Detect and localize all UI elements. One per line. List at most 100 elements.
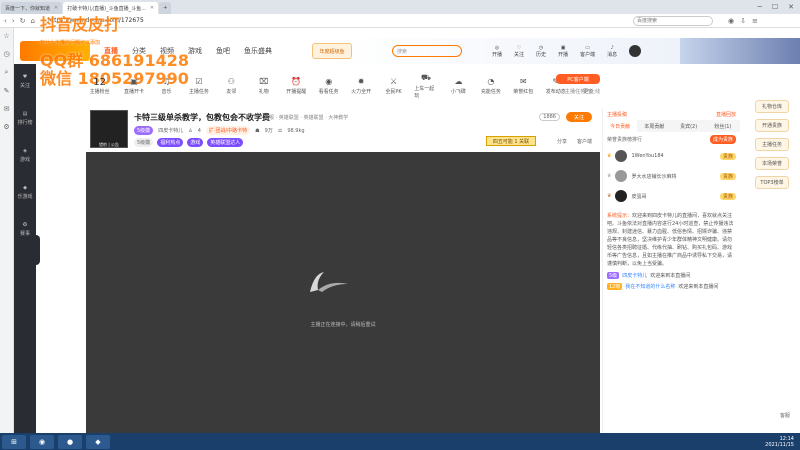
rank-row[interactable]: ♛ 罗大水店铺长沙麻将 贵族 — [603, 166, 740, 186]
chat-top-left[interactable]: 主播投稿 — [607, 111, 627, 118]
forward-icon[interactable]: › — [12, 17, 15, 25]
nav-festival[interactable]: 鱼乐盛典 — [244, 46, 272, 56]
share-button[interactable]: 分享 — [557, 138, 567, 145]
feature-item[interactable]: ✹ 火力全开 — [349, 77, 372, 95]
user-avatar[interactable] — [629, 44, 642, 58]
ad-label: 主播任务 — [761, 142, 782, 148]
feature-item[interactable]: ⚔ 全民PK — [382, 77, 405, 95]
taskbar-browser[interactable]: ◉ — [30, 434, 54, 449]
video-player[interactable]: 主播正在连接中，请稍后重试 — [86, 152, 600, 434]
feature-item[interactable]: ☑ 主播任务 — [187, 77, 210, 95]
chat-top-right[interactable]: 直播回放 — [716, 111, 736, 118]
tag-pill[interactable]: 5级徽 — [134, 138, 154, 147]
left-nav-fun[interactable]: ◆ 乐游戏 — [17, 185, 32, 200]
nav-games[interactable]: 游戏 — [188, 46, 202, 56]
browser-tab[interactable]: 百度一下，你就知道 ✕ — [1, 2, 63, 14]
tag-pill[interactable]: 英雄联盟达人 — [207, 138, 244, 147]
close-window-icon[interactable]: ✕ — [788, 3, 794, 11]
browser-sidebar: ☆ ◷ ⌕ ✎ ✉ ⚙ — [0, 28, 14, 433]
extension-icon[interactable]: ◉ — [728, 17, 734, 25]
ad-gift-store[interactable]: 礼物仓库 — [755, 100, 789, 113]
ad-honor[interactable]: 本场荣誉 — [755, 157, 789, 170]
close-icon[interactable]: ✕ — [150, 5, 154, 11]
chat-level-tag: 12级 — [607, 283, 623, 290]
feature-item[interactable]: ⚇ 友邻 — [220, 77, 243, 95]
pc-client-button[interactable]: PC客户端 — [556, 74, 600, 84]
collapse-handle[interactable] — [30, 235, 40, 265]
taskbar-app[interactable]: ● — [58, 434, 82, 449]
nav-forum[interactable]: 鱼吧 — [216, 46, 230, 56]
header-item-follow[interactable]: ♡ 关注 — [514, 45, 524, 58]
browser-tab-strip: 百度一下，你就知道 ✕ 打破卡特儿(直播)_斗鱼直播_斗鱼... ✕ + — [0, 0, 800, 14]
star-icon[interactable]: ☆ — [3, 32, 9, 40]
feature-item[interactable]: ◔ 充能任务 — [479, 77, 502, 95]
rank-avatar — [615, 190, 628, 202]
taskbar-game[interactable]: ◆ — [86, 434, 110, 449]
browser-search-input[interactable]: 百度搜索 — [632, 15, 713, 26]
feature-item[interactable]: ♫ 音乐 — [155, 77, 178, 95]
search-icon[interactable]: ⌕ — [5, 68, 9, 77]
close-icon[interactable]: ✕ — [54, 5, 58, 11]
site-search-input[interactable]: 搜索 — [392, 45, 462, 57]
feature-item[interactable]: ◉ 看看任务 — [317, 77, 340, 95]
feature-item[interactable]: ✉ 荣誉红包 — [512, 77, 535, 95]
follow-button[interactable]: 关注 — [566, 112, 592, 122]
left-nav-rank[interactable]: ▤ 排行榜 — [17, 111, 32, 126]
download-icon[interactable]: ⇩ — [740, 17, 746, 25]
tab-today[interactable]: 今日贡献 — [603, 120, 638, 132]
become-noble-button[interactable]: 成为贵族 — [709, 134, 736, 144]
header-item-history[interactable]: ◷ 历史 — [536, 45, 546, 58]
plus-icon: + — [163, 5, 168, 11]
header-item-messages[interactable]: ♪ 消息 — [607, 45, 617, 58]
left-nav-label: 排行榜 — [17, 120, 33, 126]
customer-service-button[interactable]: 客服 — [780, 412, 790, 419]
feature-label: 小飞碟 — [450, 89, 466, 95]
chat-user[interactable]: 我在不知道的什么名称 — [625, 283, 675, 290]
home-icon[interactable]: ⌂ — [31, 17, 35, 25]
reload-icon[interactable]: ↻ — [20, 17, 26, 25]
feature-label: 发布动态 — [545, 89, 566, 95]
header-banner[interactable] — [680, 38, 800, 64]
left-nav-label: 乐游戏 — [17, 194, 33, 200]
mail-icon[interactable]: ✉ — [4, 105, 10, 113]
maximize-icon[interactable]: ☐ — [772, 3, 778, 11]
tab-vip[interactable]: 贵宾(2) — [672, 120, 706, 132]
system-clock[interactable]: 12:14 2021/11/15 — [765, 436, 800, 448]
note-icon[interactable]: ✎ — [4, 87, 10, 95]
rank-badge[interactable]: 四五可能 1 关联 — [486, 136, 536, 146]
left-nav-events[interactable]: ✪ 赛事 — [20, 222, 30, 237]
chat-user[interactable]: 四皮卡特儿 — [622, 272, 647, 279]
tab-week[interactable]: 本周贡献 — [637, 120, 671, 132]
back-icon[interactable]: ‹ — [4, 17, 7, 25]
header-item-start[interactable]: ◎ 开播 — [492, 45, 502, 58]
tag-pill[interactable]: 福利热点 — [157, 138, 184, 147]
feature-item[interactable]: ⌧ 礼物 — [252, 77, 275, 95]
start-button[interactable]: ⊞ — [2, 434, 26, 449]
tag-pill[interactable]: 游戏 — [187, 138, 204, 147]
header-item-client[interactable]: ▭ 客户端 — [580, 45, 595, 58]
ad-top3[interactable]: TOP3榜单 — [755, 176, 789, 189]
client-button[interactable]: 客户端 — [577, 138, 592, 145]
rank-row[interactable]: ♛ 1WenYou184 贵族 — [603, 146, 740, 166]
header-item-live[interactable]: ▣ 开播 — [558, 45, 568, 58]
left-nav-games[interactable]: ◈ 游戏 — [20, 148, 30, 163]
promo-badge[interactable]: 年度超级鱼 — [312, 43, 352, 59]
feature-item[interactable]: ⏰ 开播提醒 — [285, 77, 308, 95]
rank-row[interactable]: ♛ 皮蛋哥 贵族 — [603, 186, 740, 206]
history-icon[interactable]: ◷ — [3, 50, 9, 58]
menu-icon[interactable]: ≡ — [752, 17, 758, 25]
ad-noble[interactable]: 开通贵族 — [755, 119, 789, 132]
host-name[interactable]: 四皮卡特儿 — [158, 127, 183, 134]
new-tab-button[interactable]: + — [159, 2, 172, 14]
feature-item[interactable]: ▣ 直播开卡 — [122, 77, 145, 95]
ad-task[interactable]: 主播任务 — [755, 138, 789, 151]
minimize-icon[interactable]: ─ — [758, 3, 762, 11]
feature-label: 开播提醒 — [286, 89, 307, 95]
rank-name: 罗大水店铺长沙麻将 — [631, 173, 677, 180]
feature-item[interactable]: ⛟ 上车一起玩 — [414, 73, 437, 99]
browser-tab-active[interactable]: 打破卡特儿(直播)_斗鱼直播_斗鱼... ✕ — [63, 2, 159, 14]
feature-item[interactable]: ☁ 小飞碟 — [447, 77, 470, 95]
left-nav-follow[interactable]: ♥ 关注 — [20, 74, 30, 89]
tab-fans[interactable]: 粉丝(1) — [706, 120, 740, 132]
gear-icon[interactable]: ⚙ — [3, 123, 9, 131]
